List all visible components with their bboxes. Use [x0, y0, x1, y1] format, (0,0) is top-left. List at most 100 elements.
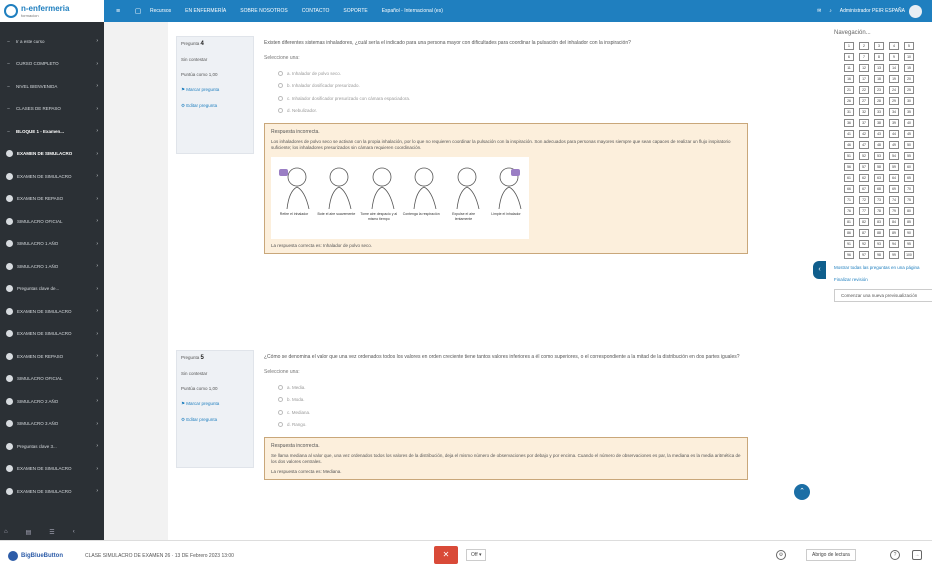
question-nav-button[interactable]: 65 [904, 174, 914, 182]
scroll-top-button[interactable]: ⌃ [794, 484, 810, 500]
sidebar-item[interactable]: SIMULACRO 1 AÑO › [0, 255, 104, 278]
question-nav-button[interactable]: 59 [889, 163, 899, 171]
question-nav-button[interactable]: 80 [904, 207, 914, 215]
question-nav-button[interactable]: 97 [859, 251, 869, 259]
avatar[interactable] [909, 4, 922, 18]
sidebar-item[interactable]: EXAMEN DE SIMULACRO › [0, 165, 104, 188]
question-nav-button[interactable]: 46 [844, 141, 854, 149]
question-nav-button[interactable]: 78 [874, 207, 884, 215]
sidebar-item[interactable]: EXAMEN DE SIMULACRO › [0, 480, 104, 503]
question-nav-button[interactable]: 14 [889, 64, 899, 72]
edit-question-button[interactable]: ⚙ Editar pregunta [181, 103, 249, 109]
question-nav-button[interactable]: 33 [874, 108, 884, 116]
grid-icon[interactable]: ▢ [132, 7, 144, 15]
topnav-item[interactable]: CONTACTO [302, 8, 330, 14]
question-nav-button[interactable]: 43 [874, 130, 884, 138]
question-nav-button[interactable]: 85 [904, 218, 914, 226]
question-nav-button[interactable]: 39 [889, 119, 899, 127]
question-nav-button[interactable]: 56 [844, 163, 854, 171]
question-nav-button[interactable]: 38 [874, 119, 884, 127]
radio-icon[interactable] [278, 422, 283, 428]
topnav-item[interactable]: Recursos [150, 8, 171, 14]
question-nav-button[interactable]: 32 [859, 108, 869, 116]
question-nav-button[interactable]: 63 [874, 174, 884, 182]
question-nav-button[interactable]: 71 [844, 196, 854, 204]
radio-icon[interactable] [278, 409, 283, 415]
sidebar-item[interactable]: EXAMEN DE REPASO › [0, 345, 104, 368]
question-nav-button[interactable]: 93 [874, 240, 884, 248]
question-nav-button[interactable]: 100 [904, 251, 914, 259]
question-nav-button[interactable]: 51 [844, 152, 854, 160]
sidebar-item[interactable]: – Ir a este curso › [0, 30, 104, 53]
question-nav-button[interactable]: 72 [859, 196, 869, 204]
question-nav-button[interactable]: 49 [889, 141, 899, 149]
radio-icon[interactable] [278, 108, 283, 114]
question-nav-button[interactable]: 66 [844, 185, 854, 193]
question-nav-button[interactable]: 90 [904, 229, 914, 237]
question-nav-button[interactable]: 52 [859, 152, 869, 160]
question-nav-button[interactable]: 24 [889, 86, 899, 94]
question-nav-button[interactable]: 57 [859, 163, 869, 171]
question-nav-button[interactable]: 11 [844, 64, 854, 72]
sidebar-item[interactable]: – CLASES DE REPASO › [0, 98, 104, 121]
topnav-item[interactable]: SOPORTE [343, 8, 367, 14]
question-nav-button[interactable]: 4 [889, 42, 899, 50]
answer-option[interactable]: c. Inhalador dosificador presurizado con… [264, 92, 748, 105]
question-nav-button[interactable]: 74 [889, 196, 899, 204]
question-nav-button[interactable]: 34 [889, 108, 899, 116]
question-nav-button[interactable]: 29 [889, 97, 899, 105]
question-nav-button[interactable]: 82 [859, 218, 869, 226]
question-nav-button[interactable]: 20 [904, 75, 914, 83]
sidebar-item[interactable]: Preguntas clave 3... › [0, 435, 104, 458]
site-logo[interactable]: n-enfermeria formacion [0, 0, 104, 22]
answer-option[interactable]: d. Nebulizador. [264, 105, 748, 118]
question-nav-button[interactable]: 15 [904, 64, 914, 72]
exit-icon[interactable]: → [912, 550, 922, 560]
sidebar-item[interactable]: EXAMEN DE SIMULACRO › [0, 323, 104, 346]
question-nav-button[interactable]: 22 [859, 86, 869, 94]
question-nav-button[interactable]: 94 [889, 240, 899, 248]
question-nav-button[interactable]: 67 [859, 185, 869, 193]
question-nav-button[interactable]: 25 [904, 86, 914, 94]
question-nav-button[interactable]: 92 [859, 240, 869, 248]
question-nav-button[interactable]: 79 [889, 207, 899, 215]
question-nav-button[interactable]: 60 [904, 163, 914, 171]
help-icon[interactable]: ? [890, 550, 900, 560]
sidebar-item[interactable]: – CURSO COMPLETO › [0, 53, 104, 76]
question-nav-button[interactable]: 35 [904, 108, 914, 116]
question-nav-button[interactable]: 48 [874, 141, 884, 149]
sidebar-item[interactable]: – NIVEL BIENVENIDA › [0, 75, 104, 98]
question-nav-button[interactable]: 17 [859, 75, 869, 83]
question-nav-button[interactable]: 98 [874, 251, 884, 259]
answer-option[interactable]: b. Inhalador dosificador presurizado. [264, 80, 748, 93]
question-nav-button[interactable]: 9 [889, 53, 899, 61]
radio-icon[interactable] [278, 95, 283, 101]
question-nav-button[interactable]: 77 [859, 207, 869, 215]
question-nav-button[interactable]: 64 [889, 174, 899, 182]
menu-icon[interactable]: ≡ [112, 8, 124, 15]
question-nav-button[interactable]: 23 [874, 86, 884, 94]
question-nav-button[interactable]: 6 [844, 53, 854, 61]
bell-icon[interactable]: ♪ [829, 8, 832, 14]
answer-option[interactable]: a. Inhalador de polvo seco. [264, 67, 748, 80]
question-nav-button[interactable]: 89 [889, 229, 899, 237]
question-nav-button[interactable]: 40 [904, 119, 914, 127]
question-nav-button[interactable]: 62 [859, 174, 869, 182]
sidebar-item[interactable]: EXAMEN DE SIMULACRO › [0, 143, 104, 166]
question-nav-button[interactable]: 47 [859, 141, 869, 149]
flag-question-button[interactable]: ⚑ Marcar pregunta [181, 401, 249, 407]
radio-icon[interactable] [278, 83, 283, 89]
question-nav-button[interactable]: 42 [859, 130, 869, 138]
question-nav-button[interactable]: 5 [904, 42, 914, 50]
question-nav-button[interactable]: 76 [844, 207, 854, 215]
topnav-item[interactable]: Español - Internacional (es) [382, 8, 443, 14]
sidebar-item[interactable]: SIMULACRO OFICIAL › [0, 210, 104, 233]
question-nav-button[interactable]: 96 [844, 251, 854, 259]
sidebar-item[interactable]: EXAMEN DE SIMULACRO › [0, 458, 104, 481]
mute-mic-button[interactable]: ✕ [434, 546, 458, 564]
question-nav-button[interactable]: 95 [904, 240, 914, 248]
sidebar-tool-icon[interactable]: ▤ [26, 529, 32, 536]
question-nav-button[interactable]: 87 [859, 229, 869, 237]
question-nav-button[interactable]: 28 [874, 97, 884, 105]
question-nav-button[interactable]: 88 [874, 229, 884, 237]
